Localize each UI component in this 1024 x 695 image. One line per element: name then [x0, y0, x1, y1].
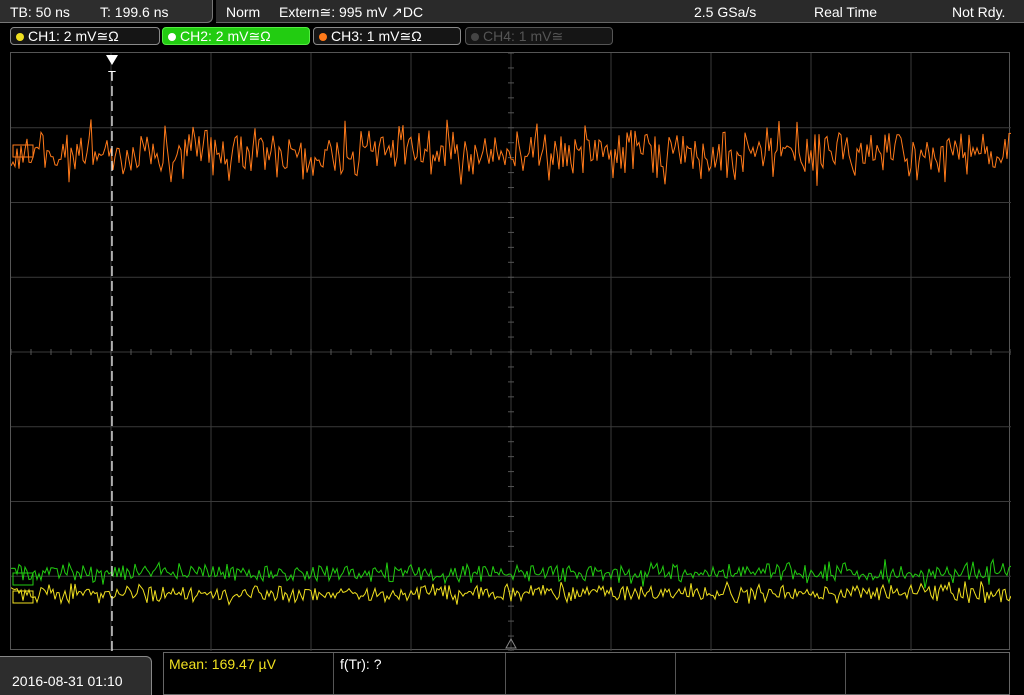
ch4-dot-icon — [471, 33, 479, 41]
trigger-time-value: T: 199.6 ns — [100, 4, 169, 20]
datetime: 2016-08-31 01:10 — [12, 673, 123, 689]
ch4-label: CH4: 1 mV≅ — [483, 28, 564, 44]
datetime-panel: 2016-08-31 01:10 — [0, 656, 152, 695]
trigger-source[interactable]: Extern≅: 995 mV ↗DC — [279, 4, 423, 21]
measurement-mean[interactable]: Mean: 169.47 µV — [164, 653, 334, 694]
top-status-bar: TB: 50 ns T: 199.6 ns Norm Extern≅: 995 … — [0, 0, 1024, 25]
ch1-label: CH1: 2 mV≅Ω — [28, 28, 119, 44]
acquisition-status: Not Rdy. — [952, 4, 1006, 20]
channel-tab-ch3[interactable]: CH3: 1 mV≅Ω — [313, 27, 461, 45]
trigger-mode[interactable]: Norm — [226, 4, 260, 20]
timebase-panel[interactable]: TB: 50 ns T: 199.6 ns — [0, 0, 213, 23]
sample-rate: 2.5 GSa/s — [694, 4, 757, 20]
measurement-freq[interactable]: f(Tr): ? — [334, 653, 506, 694]
trigger-marker-label: T — [108, 68, 116, 83]
timebase-value: TB: 50 ns — [10, 4, 70, 20]
measurement-slot-3[interactable] — [506, 653, 676, 694]
ch2-dot-icon — [168, 33, 176, 41]
ch1-dot-icon — [16, 33, 24, 41]
measurement-slot-5[interactable] — [846, 653, 1009, 694]
ch3-label: CH3: 1 mV≅Ω — [331, 28, 422, 44]
graticule: T — [11, 53, 1011, 651]
waveform-display[interactable]: T — [10, 52, 1011, 651]
ch3-dot-icon — [319, 33, 327, 41]
acquisition-mode: Real Time — [814, 4, 878, 20]
trigger-arrow-icon[interactable] — [106, 55, 118, 65]
trigger-status-strip[interactable]: Norm Extern≅: 995 mV ↗DC 2.5 GSa/s Real … — [216, 0, 1024, 23]
channel-bar: CH1: 2 mV≅Ω CH2: 2 mV≅Ω CH3: 1 mV≅Ω CH4:… — [0, 26, 1024, 48]
mean-value: Mean: 169.47 µV — [169, 656, 276, 672]
channel-tab-ch4[interactable]: CH4: 1 mV≅ — [465, 27, 613, 45]
freq-value: f(Tr): ? — [340, 656, 382, 672]
measurement-panel[interactable]: Mean: 169.47 µV f(Tr): ? — [163, 652, 1010, 695]
channel-tab-ch1[interactable]: CH1: 2 mV≅Ω — [10, 27, 160, 45]
ch2-label: CH2: 2 mV≅Ω — [180, 28, 271, 44]
channel-tab-ch2[interactable]: CH2: 2 mV≅Ω — [162, 27, 310, 45]
measurement-slot-4[interactable] — [676, 653, 846, 694]
grid-lines — [11, 53, 1011, 651]
